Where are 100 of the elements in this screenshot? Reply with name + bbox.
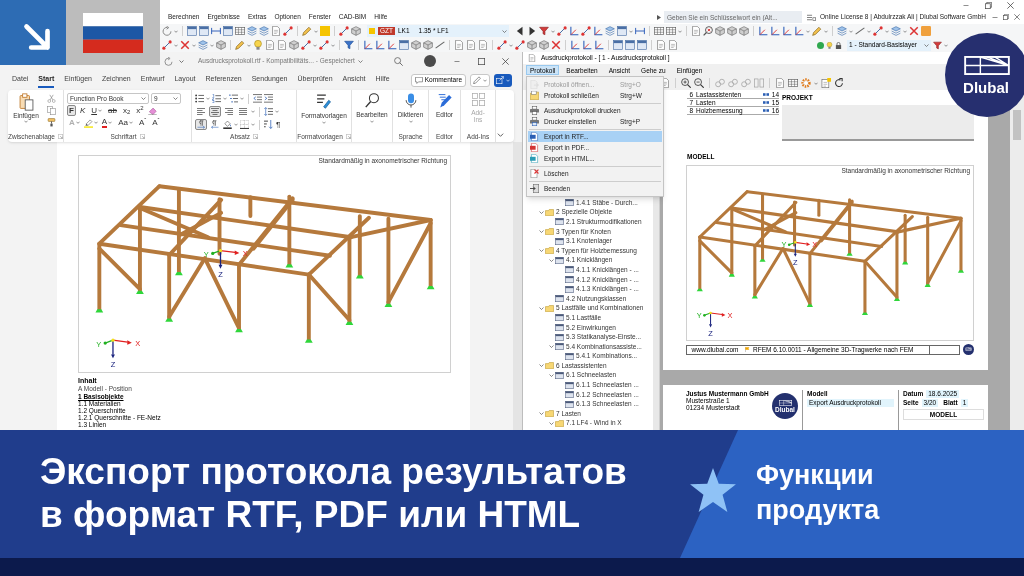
table-icon[interactable]: [666, 26, 676, 36]
caret-icon[interactable]: [903, 29, 907, 33]
axis-icon[interactable]: [375, 40, 385, 50]
decrease-indent-icon[interactable]: [253, 94, 262, 103]
format-brush-icon[interactable]: [47, 118, 56, 127]
caret-icon[interactable]: [849, 29, 853, 33]
chevron-down-icon[interactable]: [357, 59, 363, 63]
caret-icon[interactable]: [678, 29, 682, 33]
format-button[interactable]: x$_{2}$: [120, 105, 133, 116]
axis-icon[interactable]: [582, 40, 592, 50]
borders-icon[interactable]: [240, 120, 249, 129]
filter-icon[interactable]: [344, 40, 354, 50]
node-icon[interactable]: [581, 26, 591, 36]
lock-icon[interactable]: [835, 41, 842, 49]
minimize-icon[interactable]: [453, 60, 461, 62]
caret-icon[interactable]: [174, 29, 178, 33]
pencil-icon[interactable]: [302, 26, 312, 36]
window-icon[interactable]: [617, 26, 627, 36]
window-icon[interactable]: [223, 26, 233, 36]
document-icon[interactable]: [466, 40, 476, 50]
axis-icon[interactable]: [782, 26, 792, 36]
pencil-icon[interactable]: [235, 40, 245, 50]
scrollbar[interactable]: [513, 142, 522, 430]
line-icon[interactable]: [855, 26, 865, 36]
chevron-down-icon[interactable]: [548, 374, 554, 377]
chevron-down-icon[interactable]: [538, 364, 544, 368]
refresh-icon[interactable]: [834, 78, 844, 88]
layers-icon[interactable]: [247, 26, 257, 36]
caret-icon[interactable]: [93, 121, 98, 124]
increase-indent-icon[interactable]: [264, 94, 273, 103]
link-icon[interactable]: [741, 78, 751, 88]
document-icon[interactable]: [478, 40, 488, 50]
cross-icon[interactable]: [909, 26, 919, 36]
launcher-icon[interactable]: [252, 134, 258, 139]
axis-icon[interactable]: [569, 26, 579, 36]
caret-icon[interactable]: [629, 29, 633, 33]
caret-icon[interactable]: [885, 29, 889, 33]
bullet-list-icon[interactable]: [195, 94, 204, 103]
cross-icon[interactable]: [180, 40, 190, 50]
dimension-icon[interactable]: [635, 26, 645, 36]
window-icon[interactable]: [399, 40, 409, 50]
minimize-icon[interactable]: [962, 4, 970, 6]
redo-icon[interactable]: [164, 56, 173, 66]
cube-icon[interactable]: [411, 40, 421, 50]
document-icon[interactable]: [277, 40, 287, 50]
axis-icon[interactable]: [363, 40, 373, 50]
caret-icon[interactable]: [331, 43, 335, 47]
caret-icon[interactable]: [275, 110, 279, 113]
dimension-icon[interactable]: [211, 26, 221, 36]
caret-icon[interactable]: [824, 29, 828, 33]
launcher-icon[interactable]: [139, 134, 145, 139]
bulb-icon[interactable]: [253, 40, 263, 50]
chevron-down-icon[interactable]: [548, 421, 554, 425]
caret-icon[interactable]: [509, 43, 513, 47]
eraser-icon[interactable]: [147, 106, 157, 115]
caret-icon[interactable]: [210, 43, 214, 47]
alignment-button[interactable]: [195, 106, 207, 117]
close-icon[interactable]: [1014, 14, 1020, 20]
caret-icon[interactable]: [313, 43, 317, 47]
document-icon[interactable]: [271, 26, 281, 36]
document-icon[interactable]: [691, 26, 701, 36]
scrollbar-thumb[interactable]: [1013, 110, 1021, 140]
shading-icon[interactable]: [223, 120, 232, 129]
cube-icon[interactable]: [216, 40, 226, 50]
caret-icon[interactable]: [206, 97, 210, 100]
cross-icon[interactable]: [551, 40, 561, 50]
status-dot-icon[interactable]: [817, 41, 824, 49]
format-button[interactable]: K: [77, 105, 88, 116]
restore-icon[interactable]: [985, 1, 992, 9]
scissors-icon[interactable]: [47, 94, 56, 103]
close-icon[interactable]: [502, 57, 509, 65]
node-icon[interactable]: [162, 40, 172, 50]
node-icon[interactable]: [283, 26, 293, 36]
caret-icon[interactable]: [192, 43, 196, 47]
caret-icon[interactable]: [251, 123, 255, 126]
node-icon[interactable]: [873, 26, 883, 36]
window-icon[interactable]: [625, 40, 635, 50]
chevron-down-icon[interactable]: [538, 412, 544, 416]
axis-icon[interactable]: [770, 26, 780, 36]
chevron-down-icon[interactable]: [538, 249, 544, 253]
window-icon[interactable]: [187, 26, 197, 36]
node-icon[interactable]: [339, 26, 349, 36]
multilevel-list-icon[interactable]: [229, 94, 238, 103]
caret-icon[interactable]: [251, 110, 255, 113]
cube-icon[interactable]: [289, 40, 299, 50]
axis-icon[interactable]: [794, 26, 804, 36]
axis-icon[interactable]: [594, 40, 604, 50]
cube-icon[interactable]: [423, 40, 433, 50]
window-icon[interactable]: [613, 40, 623, 50]
highlighter-icon[interactable]: [83, 117, 93, 128]
axis-icon[interactable]: [570, 40, 580, 50]
chevron-down-icon[interactable]: [538, 230, 544, 234]
search-icon[interactable]: [394, 56, 403, 66]
document-icon[interactable]: [265, 40, 275, 50]
pencil-icon[interactable]: [812, 26, 822, 36]
share-button[interactable]: [494, 73, 512, 87]
table-icon[interactable]: [788, 78, 798, 88]
caret-icon[interactable]: [174, 43, 178, 47]
document-icon[interactable]: [656, 40, 666, 50]
node-icon[interactable]: [497, 40, 507, 50]
